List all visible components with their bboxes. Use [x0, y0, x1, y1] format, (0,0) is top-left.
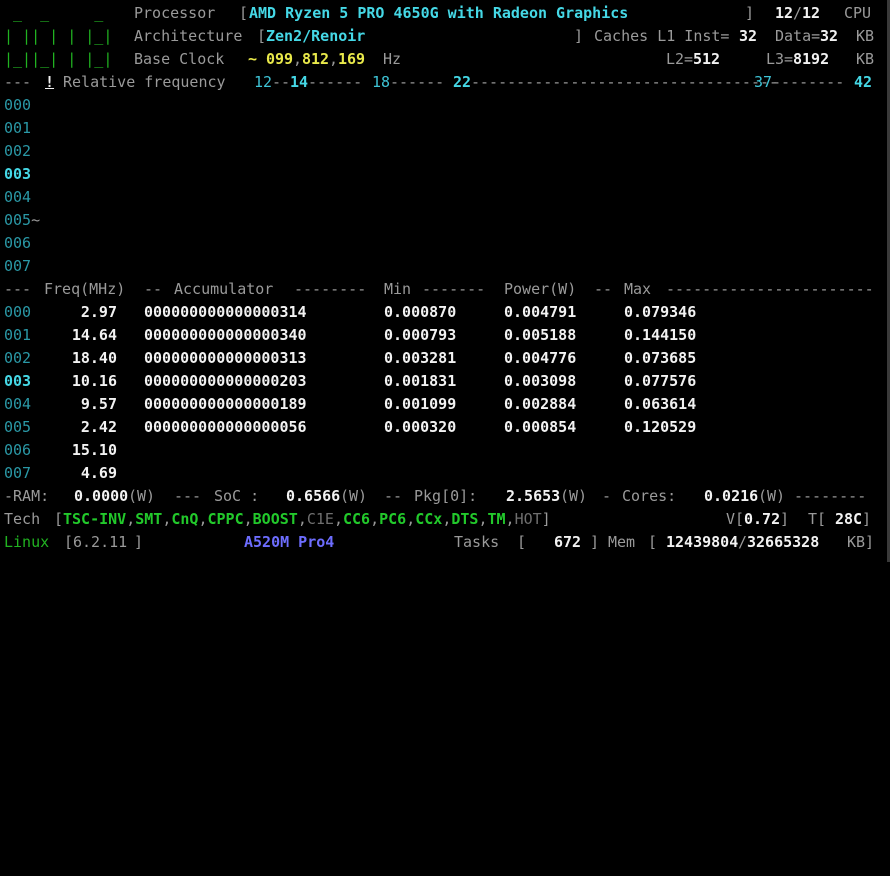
tech-flag-c1e: C1E	[306, 510, 334, 528]
caches-label: Caches L1 Inst=	[594, 27, 730, 45]
ruler-tick: 18	[372, 73, 391, 91]
ruler-tick: 14	[290, 73, 309, 91]
base-clock-part-1: 099	[266, 50, 294, 68]
architecture-row: | || | | |_| Architecture[Zen2/Renoir ] C…	[4, 25, 874, 48]
ruler-tick: 37	[754, 73, 773, 91]
soc-label: SoC :	[214, 487, 260, 505]
base-clock-part-3: 169	[338, 50, 366, 68]
l3-value: 8192	[793, 50, 830, 68]
cores-power: 0.0216	[704, 487, 759, 505]
board-name: A520M Pro4	[244, 533, 335, 551]
cpu-label: CPU	[844, 4, 872, 22]
tech-flag-tm: TM	[487, 510, 506, 528]
tech-feature-list: TSC-INV,SMT,CnQ,CPPC,BOOST,C1E,CC6,PC6,C…	[63, 510, 551, 528]
l1-data-label: Data=	[775, 27, 821, 45]
ruler-bang: !	[45, 73, 55, 91]
table-row: 006 15.10	[4, 441, 117, 459]
temperature-value: 28	[835, 510, 854, 528]
frequency-ruler: --- ! Relative frequency 12 -- 14 ------…	[4, 71, 872, 94]
core-id: 004	[4, 188, 32, 206]
tech-flag-cnq: CnQ	[171, 510, 199, 528]
tech-flag-cppc: CPPC	[207, 510, 244, 528]
l3-label: L3=	[766, 50, 794, 68]
tech-flag-ccx: CCx	[415, 510, 443, 528]
table-row: 005 2.42 000000000000000056 0.000320 0.0…	[4, 418, 697, 436]
mem-used: 12439804	[666, 533, 739, 551]
tech-flag-dts: DTS	[451, 510, 479, 528]
cpu-online: 12	[775, 4, 794, 22]
l1-inst: 32	[739, 27, 758, 45]
base-clock-row: |_||_| | |_| Base Clock ~ 099, 812, 169 H…	[4, 48, 874, 71]
pkg-power: 2.5653	[506, 487, 561, 505]
l1-data: 32	[820, 27, 839, 45]
processor-name: AMD Ryzen 5 PRO 4650G with Radeon Graphi…	[249, 4, 629, 22]
l2-label: L2=	[666, 50, 694, 68]
architecture-value: Zen2/Renoir	[266, 27, 366, 45]
header-max: Max	[624, 280, 652, 298]
os-name: Linux	[4, 533, 50, 551]
core-id: 000	[4, 96, 32, 114]
ruler-tick: 12	[254, 73, 273, 91]
processor-row: _ _ _ Processor[AMD Ryzen 5 PRO 4650G wi…	[4, 2, 871, 25]
tech-flag-cc6: CC6	[342, 510, 371, 528]
tasks-count: 672	[554, 533, 582, 551]
logo-line-2: | || | | |_|	[4, 27, 113, 45]
table-row: 001 14.64 000000000000000340 0.000793 0.…	[4, 326, 697, 344]
header-power: Power(W)	[504, 280, 577, 298]
power-row: -RAM: 0.0000 (W) --- SoC : 0.6566 (W) --…	[4, 485, 866, 508]
mem-label: Mem	[608, 533, 636, 551]
table-row: 003 10.16 000000000000000203 0.001831 0.…	[4, 372, 697, 390]
tech-flag-tsc-inv: TSC-INV	[63, 510, 127, 528]
header-freq: Freq(MHz)	[44, 280, 126, 298]
mem-total: 32665328	[747, 533, 820, 551]
tech-label: Tech	[4, 510, 41, 528]
soc-power: 0.6566	[286, 487, 341, 505]
tasks-label: Tasks	[454, 533, 500, 551]
ruler-tick: 42	[854, 73, 873, 91]
table-header: --- Freq(MHz) -- Accumulator -------- Mi…	[4, 278, 874, 301]
kb-label-1: KB	[856, 27, 875, 45]
architecture-label: Architecture	[134, 27, 243, 45]
tech-flag-smt: SMT	[135, 510, 163, 528]
tech-row: Tech [ TSC-INV,SMT,CnQ,CPPC,BOOST,C1E,CC…	[4, 508, 871, 531]
pkg-label: Pkg[0]:	[414, 487, 478, 505]
tech-flag-pc6: PC6	[379, 510, 407, 528]
table-row: 002 18.40 000000000000000313 0.003281 0.…	[4, 349, 697, 367]
tech-flag-hot: HOT	[514, 510, 542, 528]
base-clock-label: Base Clock	[134, 50, 225, 68]
kb-label-2: KB	[856, 50, 875, 68]
core-id: 002	[4, 142, 32, 160]
cpu-total: 12	[802, 4, 821, 22]
core-id: 006	[4, 234, 32, 252]
relative-frequency-label: Relative frequency	[63, 73, 226, 91]
core-id-005: 005~	[4, 211, 41, 229]
table-row: 004 9.57 000000000000000189 0.001099 0.0…	[4, 395, 697, 413]
logo-line-1: _ _ _	[4, 4, 104, 22]
ram-power: 0.0000	[74, 487, 129, 505]
header-min: Min	[384, 280, 412, 298]
logo-line-3: |_||_| | |_|	[4, 50, 113, 68]
core-id: 001	[4, 119, 32, 137]
status-row: Linux [6.2.11] A520M Pro4 Tasks[ 672] Me…	[4, 531, 874, 554]
tech-flag-boost: BOOST	[252, 510, 298, 528]
cores-label: Cores:	[622, 487, 677, 505]
table-row: 000 2.97 000000000000000314 0.000870 0.0…	[4, 303, 697, 321]
l2-value: 512	[693, 50, 721, 68]
voltage-value: 0.72	[744, 510, 781, 528]
kernel-version: 6.2.11	[73, 533, 128, 551]
ram-label: -RAM:	[4, 487, 50, 505]
ruler-tick: 22	[453, 73, 472, 91]
core-id: 007	[4, 257, 32, 275]
header-accumulator: Accumulator	[174, 280, 274, 298]
processor-label: Processor	[134, 4, 216, 22]
hz-label: Hz	[383, 50, 402, 68]
table-row: 007 4.69	[4, 464, 117, 482]
core-id: 003	[4, 165, 32, 183]
base-clock-part-2: 812	[302, 50, 330, 68]
